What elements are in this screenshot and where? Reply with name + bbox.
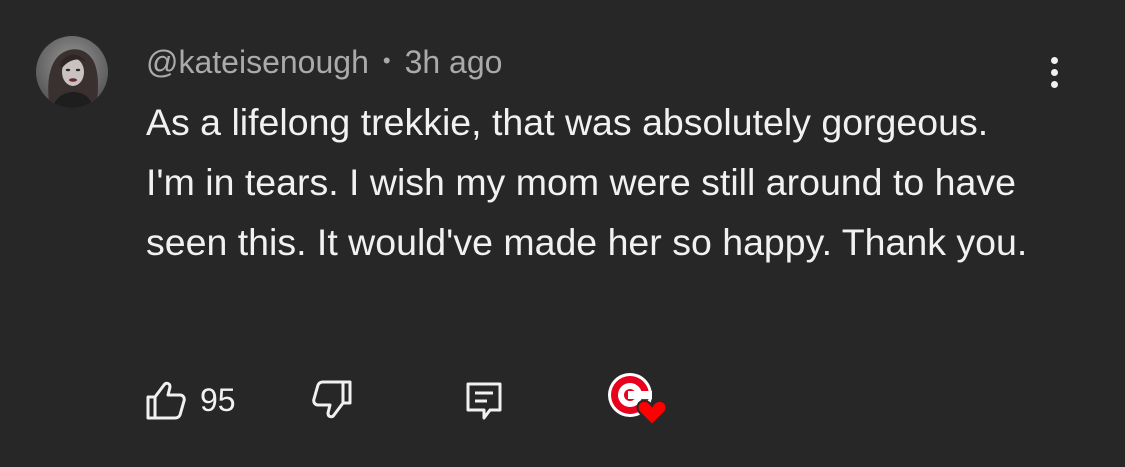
like-count: 95 <box>200 381 236 418</box>
author-handle[interactable]: @kateisenough <box>146 44 369 81</box>
reply-comment-icon <box>466 382 502 420</box>
thumbs-up-icon <box>146 381 186 420</box>
dislike-button[interactable] <box>310 368 358 432</box>
comment-text: As a lifelong trekkie, that was absolute… <box>146 101 1028 263</box>
more-dot <box>1050 68 1058 76</box>
comment-header: @kateisenough • 3h ago <box>146 40 502 84</box>
creator-heart-badge <box>602 366 672 430</box>
comment-card: @kateisenough • 3h ago As a lifelong tre… <box>0 0 1125 467</box>
timestamp[interactable]: 3h ago <box>405 44 503 81</box>
more-vertical-icon[interactable] <box>1030 50 1078 94</box>
reply-button[interactable] <box>462 368 506 432</box>
thumbs-down-icon <box>312 380 352 419</box>
avatar-image <box>36 36 108 108</box>
avatar[interactable] <box>36 36 108 108</box>
comment-actions: 95 <box>140 368 700 432</box>
like-button[interactable]: 95 <box>140 368 236 432</box>
creator-heart-icon <box>608 373 668 427</box>
more-dot <box>1050 56 1058 64</box>
more-dot <box>1050 80 1058 88</box>
separator-dot: • <box>382 48 391 73</box>
